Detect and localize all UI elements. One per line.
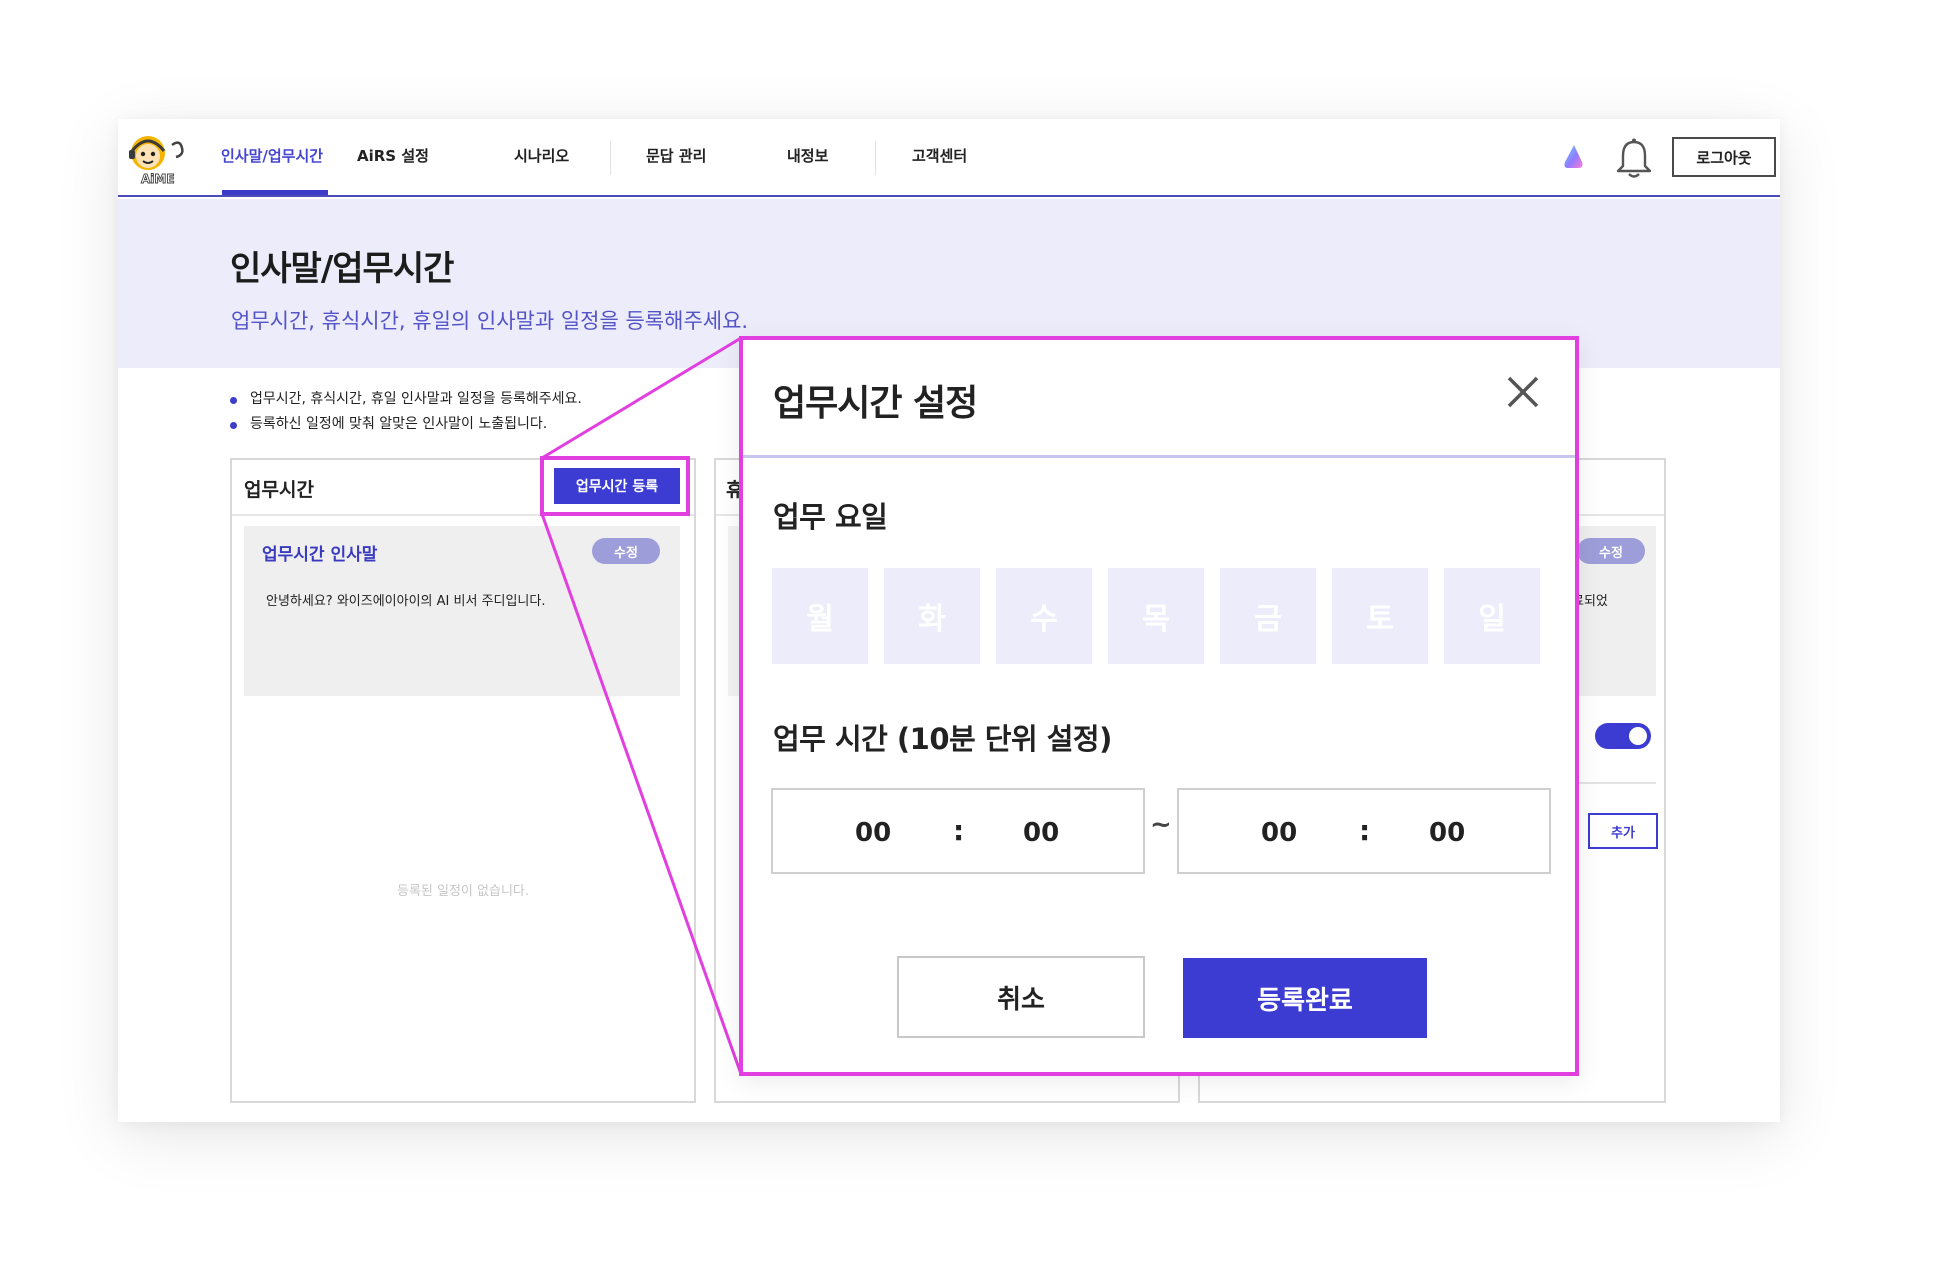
active-tab-indicator: [222, 190, 328, 195]
modal-divider: [743, 455, 1575, 458]
bell-icon[interactable]: [1614, 136, 1654, 180]
add-holiday-button[interactable]: 추가: [1588, 813, 1658, 849]
day-monday-button[interactable]: 월: [772, 568, 868, 664]
end-time-field[interactable]: 00 : 00: [1177, 788, 1551, 874]
greeting-card: 업무시간 인사말 수정 안녕하세요? 와이즈에이아이의 AI 비서 주디입니다.: [244, 526, 680, 696]
end-hour[interactable]: 00: [1261, 818, 1297, 848]
cancel-button[interactable]: 취소: [897, 956, 1145, 1038]
tab-customer-center[interactable]: 고객센터: [912, 145, 967, 166]
worktime-panel: 업무시간 업무시간 등록 업무시간 인사말 수정 안녕하세요? 와이즈에이아이의…: [230, 458, 696, 1103]
edit-holiday-greeting-button[interactable]: 수정: [1577, 538, 1645, 564]
register-worktime-button[interactable]: 업무시간 등록: [554, 468, 680, 504]
start-time-field[interactable]: 00 : 00: [771, 788, 1145, 874]
empty-schedule-text: 등록된 일정이 없습니다.: [397, 884, 529, 899]
day-thursday-button[interactable]: 목: [1108, 568, 1204, 664]
cloud-icon[interactable]: [1560, 142, 1588, 172]
time-separator: :: [953, 814, 965, 847]
greeting-text: 안녕하세요? 와이즈에이아이의 AI 비서 주디입니다.: [266, 594, 546, 609]
modal-title: 업무시간 설정: [773, 383, 978, 424]
svg-text:AiME: AiME: [141, 172, 175, 186]
complete-registration-button[interactable]: 등록완료: [1183, 958, 1427, 1038]
time-separator: :: [1359, 814, 1371, 847]
worktime-panel-header: 업무시간 업무시간 등록: [232, 460, 694, 516]
workdays-label: 업무 요일: [773, 500, 888, 534]
aime-logo[interactable]: AiME: [126, 129, 198, 187]
worktime-settings-modal: 업무시간 설정 업무 요일 월 화 수 목 금 토 일 업무 시간 (10분 단…: [739, 336, 1579, 1076]
nav-divider: [610, 141, 611, 175]
day-saturday-button[interactable]: 토: [1332, 568, 1428, 664]
day-wednesday-button[interactable]: 수: [996, 568, 1092, 664]
note-item: 등록하신 일정에 맞춰 알맞은 인사말이 노출됩니다.: [230, 412, 582, 437]
top-nav: AiME 인사말/업무시간 AiRS 설정 시나리오 문답 관리 내정보 고객센…: [118, 119, 1780, 197]
info-notes: 업무시간, 휴식시간, 휴일 인사말과 일정을 등록해주세요. 등록하신 일정에…: [230, 387, 582, 437]
day-tuesday-button[interactable]: 화: [884, 568, 980, 664]
start-hour[interactable]: 00: [855, 818, 891, 848]
note-item: 업무시간, 휴식시간, 휴일 인사말과 일정을 등록해주세요.: [230, 387, 582, 412]
page-subtitle: 업무시간, 휴식시간, 휴일의 인사말과 일정을 등록해주세요.: [231, 309, 749, 333]
range-separator: ~: [1150, 810, 1172, 840]
tab-scenario[interactable]: 시나리오: [514, 145, 569, 166]
day-sunday-button[interactable]: 일: [1444, 568, 1540, 664]
tab-qa-management[interactable]: 문답 관리: [646, 145, 706, 166]
nav-divider: [875, 141, 876, 175]
start-minute[interactable]: 00: [1023, 818, 1059, 848]
logout-button[interactable]: 로그아웃: [1672, 137, 1776, 177]
tab-airs-settings[interactable]: AiRS 설정: [357, 145, 429, 166]
day-friday-button[interactable]: 금: [1220, 568, 1316, 664]
edit-greeting-button[interactable]: 수정: [592, 538, 660, 564]
close-icon[interactable]: [1503, 372, 1543, 412]
end-minute[interactable]: 00: [1429, 818, 1465, 848]
toggle-knob: [1629, 727, 1647, 745]
tab-greeting-worktime[interactable]: 인사말/업무시간: [221, 145, 323, 166]
worktime-panel-title: 업무시간: [244, 479, 314, 501]
tab-my-info[interactable]: 내정보: [787, 145, 828, 166]
greeting-title: 업무시간 인사말: [262, 545, 378, 565]
holiday-toggle[interactable]: [1595, 723, 1651, 749]
worktime-label: 업무 시간 (10분 단위 설정): [773, 722, 1112, 756]
page-title: 인사말/업무시간: [230, 249, 454, 289]
